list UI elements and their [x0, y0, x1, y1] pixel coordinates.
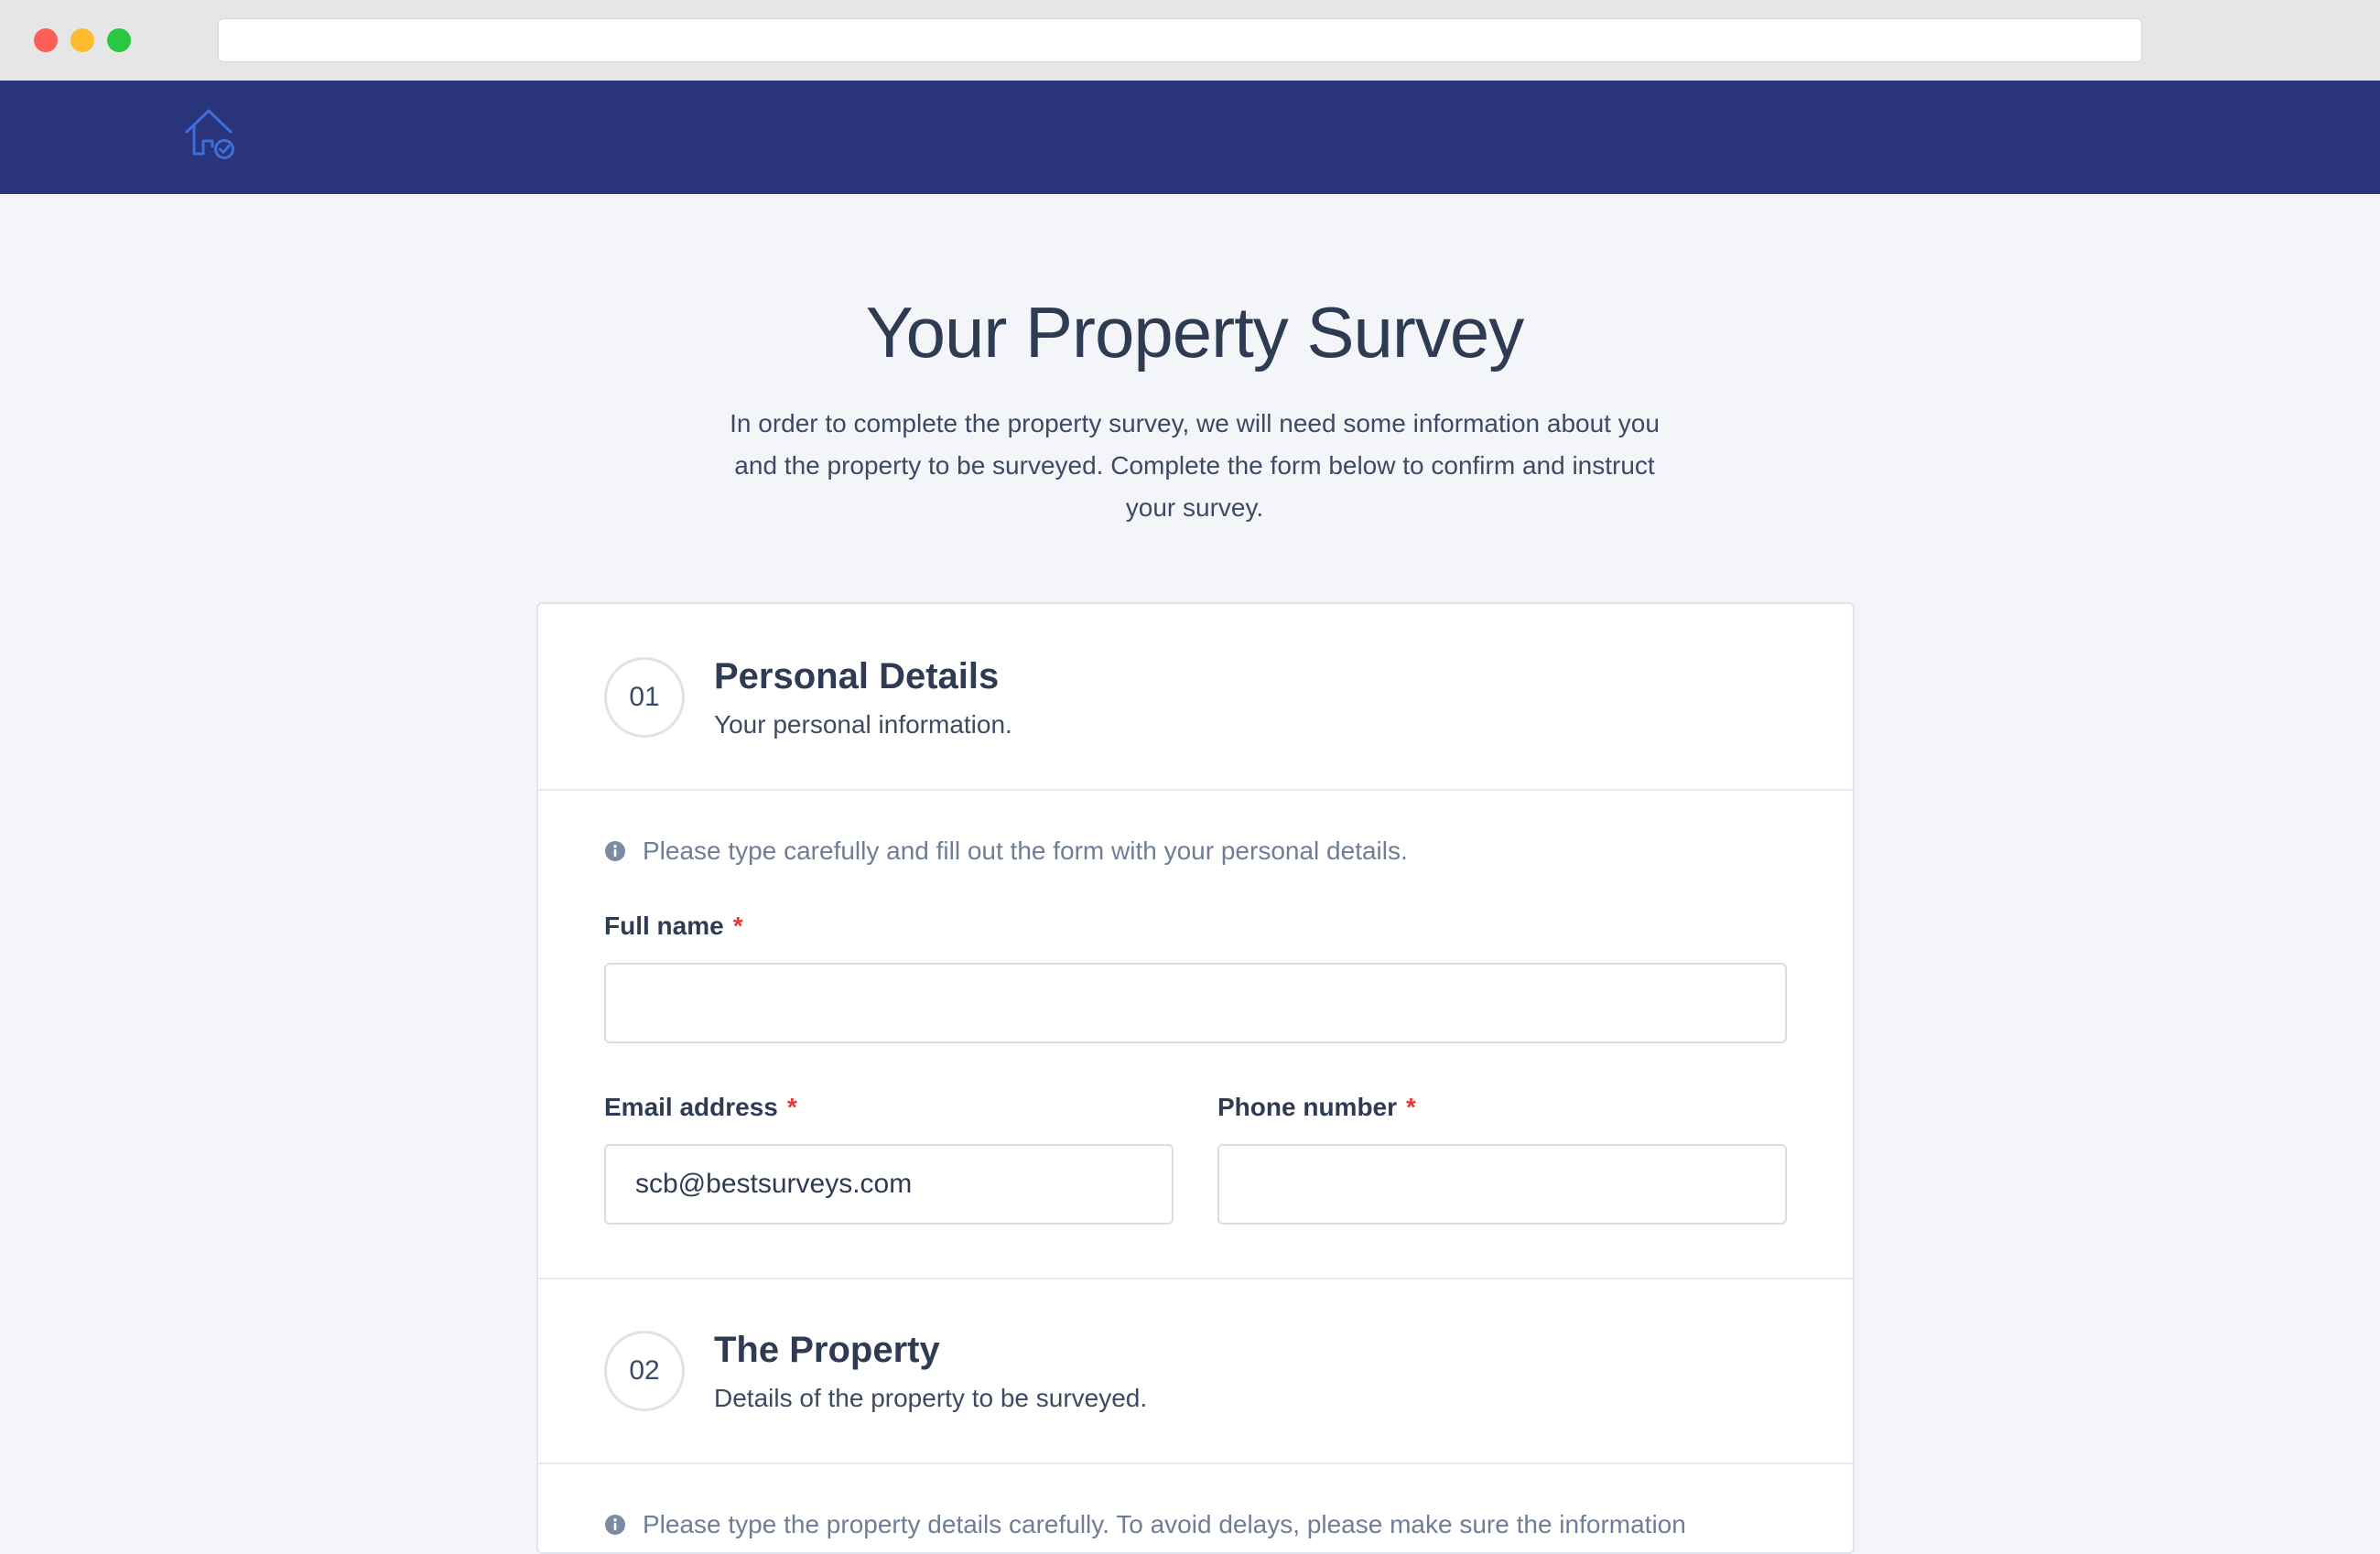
info-icon — [605, 1515, 625, 1535]
personal-details-note: Please type carefully and fill out the f… — [604, 836, 1408, 866]
label-text: Phone number — [1217, 1093, 1398, 1121]
note-text: Please type the property details careful… — [643, 1510, 1686, 1538]
phone-input[interactable] — [1217, 1144, 1787, 1225]
full-name-label: Full name * — [604, 910, 743, 943]
section-subtitle: Details of the property to be surveyed. — [714, 1384, 1148, 1412]
section-property-header: 02 The Property Details of the property … — [538, 1278, 1853, 1464]
intro-text: In order to complete the property survey… — [730, 409, 1660, 522]
minimize-window-button[interactable] — [70, 28, 94, 52]
address-bar[interactable] — [218, 18, 2142, 62]
section-subtitle: Your personal information. — [714, 710, 1012, 739]
site-header — [0, 81, 2380, 194]
full-name-input[interactable] — [604, 963, 1787, 1043]
email-label: Email address * — [604, 1091, 797, 1124]
survey-form-card: 01 Personal Details Your personal inform… — [536, 602, 1855, 1554]
info-icon — [605, 841, 625, 861]
property-details-note: Please type the property details careful… — [604, 1510, 1686, 1539]
note-text: Please type carefully and fill out the f… — [643, 836, 1408, 865]
required-asterisk: * — [1406, 1093, 1416, 1121]
step-number-badge: 01 — [604, 657, 685, 738]
browser-chrome — [0, 0, 2380, 81]
label-text: Email address — [604, 1093, 778, 1121]
house-check-icon[interactable] — [183, 106, 238, 161]
maximize-window-button[interactable] — [107, 28, 131, 52]
phone-label: Phone number * — [1217, 1091, 1416, 1124]
required-asterisk: * — [786, 1093, 797, 1121]
email-input[interactable] — [604, 1144, 1174, 1225]
required-asterisk: * — [732, 912, 743, 940]
section-title: Personal Details — [714, 656, 1000, 696]
section-personal-details-header: 01 Personal Details Your personal inform… — [538, 604, 1853, 791]
close-window-button[interactable] — [34, 28, 58, 52]
step-number-badge: 02 — [604, 1331, 685, 1411]
label-text: Full name — [604, 912, 724, 940]
section-title: The Property — [714, 1330, 940, 1370]
page-title: Your Property Survey — [865, 292, 1525, 372]
